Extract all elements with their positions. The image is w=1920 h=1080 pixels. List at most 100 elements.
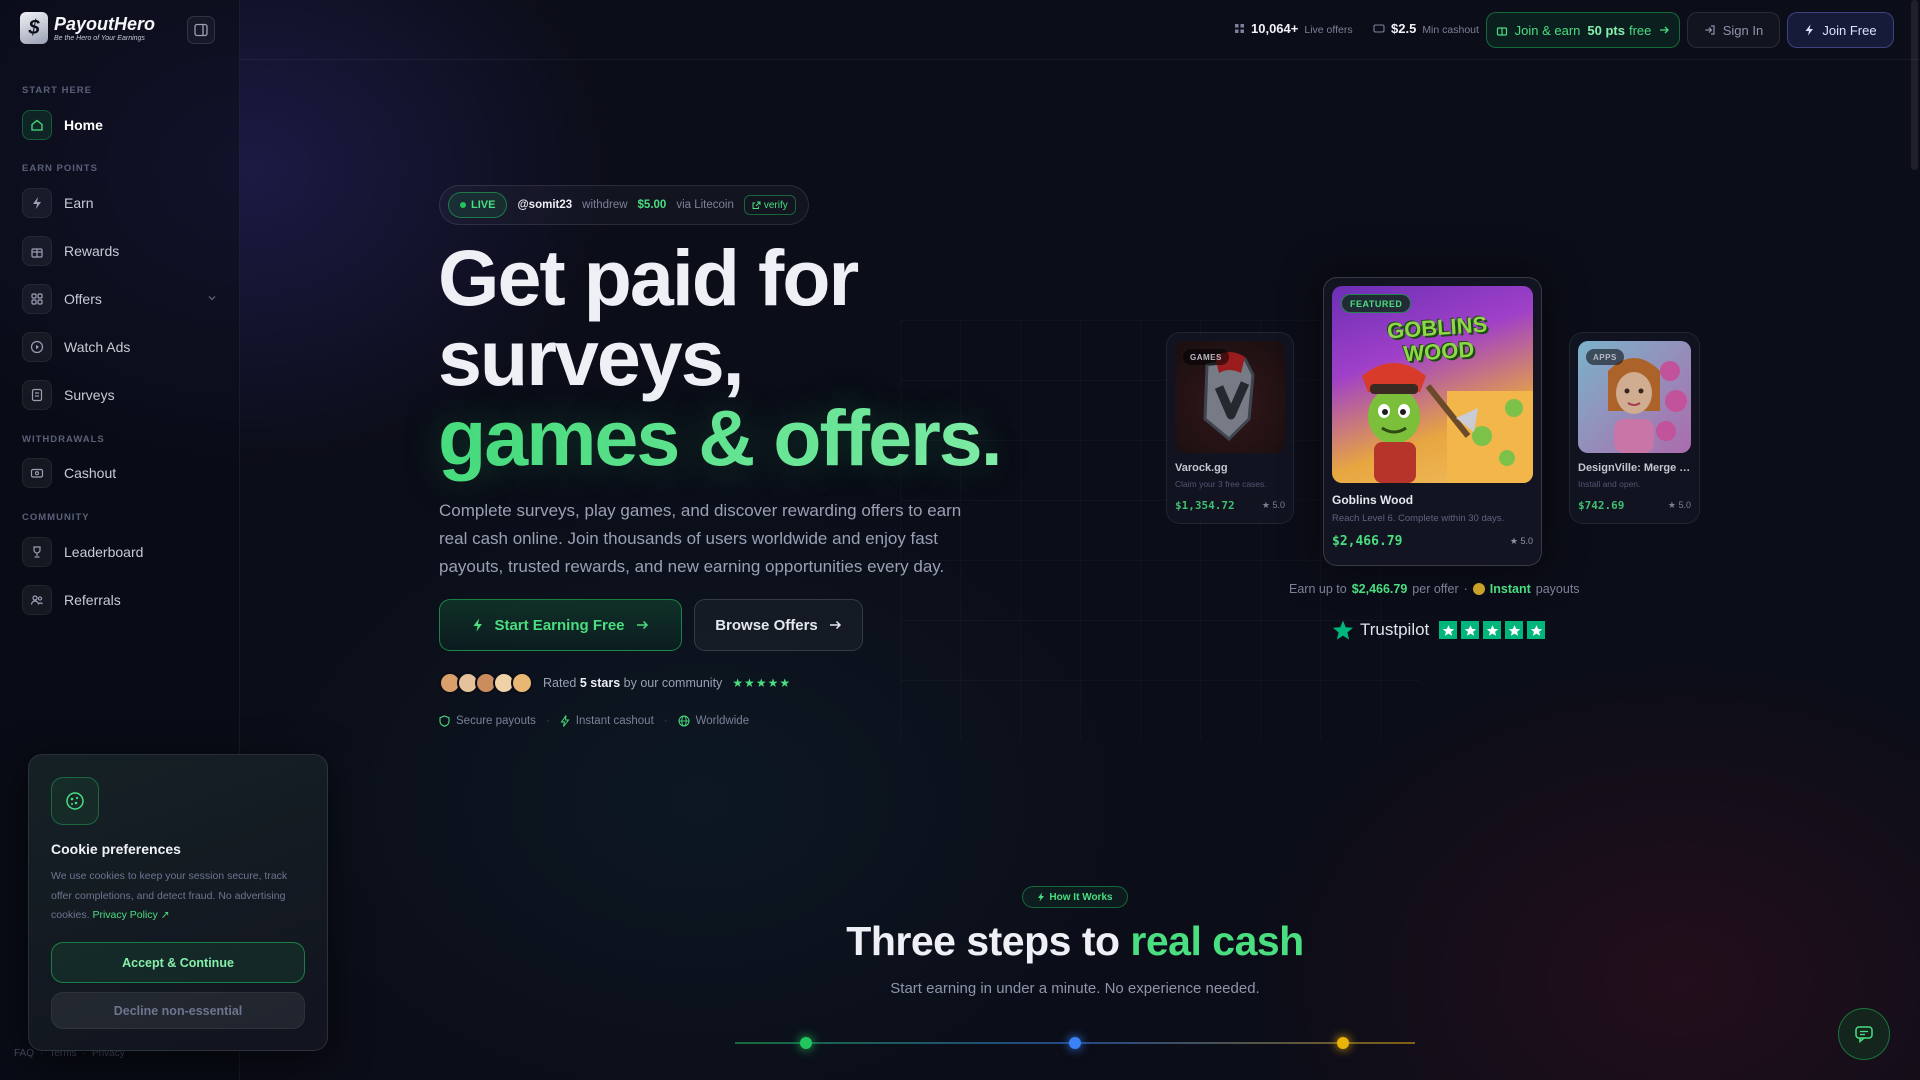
cookie-preferences-dialog: Cookie preferences We use cookies to kee… [28, 754, 328, 1051]
offer-card-varock[interactable]: GAMES Varock.gg Claim your 3 free cases.… [1166, 332, 1294, 524]
sidebar-item-cashout[interactable]: Cashout [22, 457, 218, 489]
rated-value: 5 stars [579, 676, 621, 690]
game-logo-text: GOBLINS WOOD [1386, 311, 1488, 367]
offer-rating-value: 5.0 [1272, 500, 1285, 510]
earn-up-to-separator: · [1463, 582, 1468, 596]
bolt-icon [560, 715, 570, 727]
sidebar-item-label: Watch Ads [64, 339, 131, 355]
verify-label: verify [763, 199, 788, 211]
trust-separator: · [545, 715, 550, 727]
grid-icon [1235, 24, 1244, 33]
offer-image: GAMES [1175, 341, 1285, 453]
page-scrollbar[interactable] [1911, 0, 1918, 170]
offer-card-goblins-wood[interactable]: FEATURED GOBLINS WOOD Goblins Wood Reach… [1323, 277, 1542, 566]
trust-worldwide: Worldwide [678, 715, 749, 727]
sidebar-item-label: Offers [64, 291, 102, 307]
avatar [511, 672, 533, 694]
join-earn-suffix: free [1628, 22, 1652, 38]
sidebar-item-offers[interactable]: Offers [22, 283, 218, 315]
sidebar-item-watch-ads[interactable]: Watch Ads [22, 331, 218, 363]
offer-price: $742.69 [1578, 499, 1625, 512]
chat-support-button[interactable] [1838, 1008, 1890, 1060]
footer-link-faq[interactable]: FAQ [14, 1048, 34, 1059]
trustpilot-rating[interactable]: Trustpilot [1332, 619, 1546, 641]
earn-up-to-suffix: payouts [1535, 582, 1580, 596]
live-badge-label: LIVE [471, 199, 496, 211]
logo-name: PayoutHero [54, 13, 156, 34]
offer-image: APPS [1578, 341, 1691, 453]
join-free-label: Join Free [1822, 22, 1877, 38]
sidebar-item-surveys[interactable]: Surveys [22, 379, 218, 411]
earn-up-to-amount: $2,466.79 [1351, 582, 1408, 596]
sidebar-item-referrals[interactable]: Referrals [22, 584, 218, 616]
globe-icon [678, 715, 690, 727]
trust-indicators: Secure payouts · Instant cashout · World… [439, 715, 749, 727]
accept-cookies-button[interactable]: Accept & Continue [51, 942, 305, 983]
sidebar-item-leaderboard[interactable]: Leaderboard [22, 536, 218, 568]
live-withdrawal-ticker: LIVE @somit23 withdrew $5.00 via Litecoi… [439, 185, 809, 225]
logo-mark: $ [20, 12, 48, 44]
start-earning-button[interactable]: Start Earning Free [439, 599, 682, 651]
trust-label: Secure payouts [456, 715, 536, 727]
trustpilot-star-icon [1333, 620, 1353, 640]
offer-card-designville[interactable]: APPS DesignVille: Merge & ... Install an… [1569, 332, 1700, 524]
offer-rating: ★ 5.0 [1509, 536, 1533, 546]
trustpilot-name: Trustpilot [1360, 620, 1430, 639]
earn-up-to-instant: Instant [1489, 582, 1531, 596]
start-earning-label: Start Earning Free [494, 616, 625, 634]
sidebar-item-label: Home [64, 117, 103, 133]
logo[interactable]: $ PayoutHero Be the Hero of Your Earning… [20, 12, 155, 44]
min-cashout-stat: $2.5 Min cashout [1373, 21, 1479, 36]
sidebar-item-home[interactable]: Home [22, 109, 218, 141]
trophy-icon [22, 537, 52, 567]
offer-rating-value: 5.0 [1520, 536, 1533, 546]
trust-secure-payouts: Secure payouts [439, 715, 536, 727]
browse-offers-button[interactable]: Browse Offers [694, 599, 863, 651]
live-action: withdrew [582, 199, 628, 211]
shield-icon [439, 715, 450, 727]
cookie-text: We use cookies to keep your session secu… [51, 867, 301, 926]
join-earn-button[interactable]: Join & earn 50 pts free [1486, 12, 1680, 48]
offer-description: Install and open. [1578, 479, 1641, 489]
avatar-stack [439, 672, 533, 694]
community-rating: Rated 5 stars by our community ★★★★★ [439, 672, 791, 694]
survey-icon [22, 380, 52, 410]
offer-price: $1,354.72 [1175, 499, 1235, 512]
sidebar-item-earn[interactable]: Earn [22, 187, 218, 219]
live-offers-value: 10,064+ [1251, 21, 1299, 36]
arrow-right-icon [1660, 26, 1670, 34]
min-cashout-value: $2.5 [1391, 21, 1417, 36]
how-it-works-badge: How It Works [1022, 886, 1128, 908]
hero-line-2: surveys, [438, 313, 745, 402]
category-badge: APPS [1586, 349, 1624, 365]
chevron-down-icon[interactable] [206, 292, 218, 304]
grid-icon [22, 284, 52, 314]
gift-icon [22, 236, 52, 266]
nav-section-start-here: START HERE [22, 85, 92, 96]
nav-section-earn-points: EARN POINTS [22, 163, 98, 174]
sign-in-button[interactable]: Sign In [1687, 12, 1780, 48]
join-earn-points: 50 pts [1587, 22, 1625, 38]
sidebar-collapse-button[interactable] [187, 16, 215, 44]
step-3-dot [1337, 1037, 1349, 1049]
bolt-icon [22, 188, 52, 218]
arrow-right-icon [636, 620, 648, 630]
users-icon [22, 585, 52, 615]
privacy-policy-link[interactable]: Privacy Policy ↗ [92, 909, 169, 921]
decline-cookies-button[interactable]: Decline non-essential [51, 992, 305, 1029]
featured-badge: FEATURED [1341, 294, 1412, 313]
live-amount: $5.00 [637, 199, 667, 211]
gift-icon [1496, 27, 1507, 36]
hero-line-3: games & offers. [438, 393, 1003, 482]
earn-up-to-note: Earn up to $2,466.79 per offer · Instant… [1289, 582, 1580, 596]
verify-button[interactable]: verify [743, 195, 796, 215]
section-title-part-a: Three steps to [846, 918, 1120, 964]
coin-icon [1472, 583, 1485, 595]
trust-label: Worldwide [695, 715, 750, 727]
offer-rating: ★ 5.0 [1667, 500, 1691, 510]
bolt-icon [473, 618, 483, 632]
trust-separator: · [663, 715, 668, 727]
join-free-button[interactable]: Join Free [1787, 12, 1894, 48]
live-offers-label: Live offers [1304, 24, 1353, 36]
sidebar-item-rewards[interactable]: Rewards [22, 235, 218, 267]
